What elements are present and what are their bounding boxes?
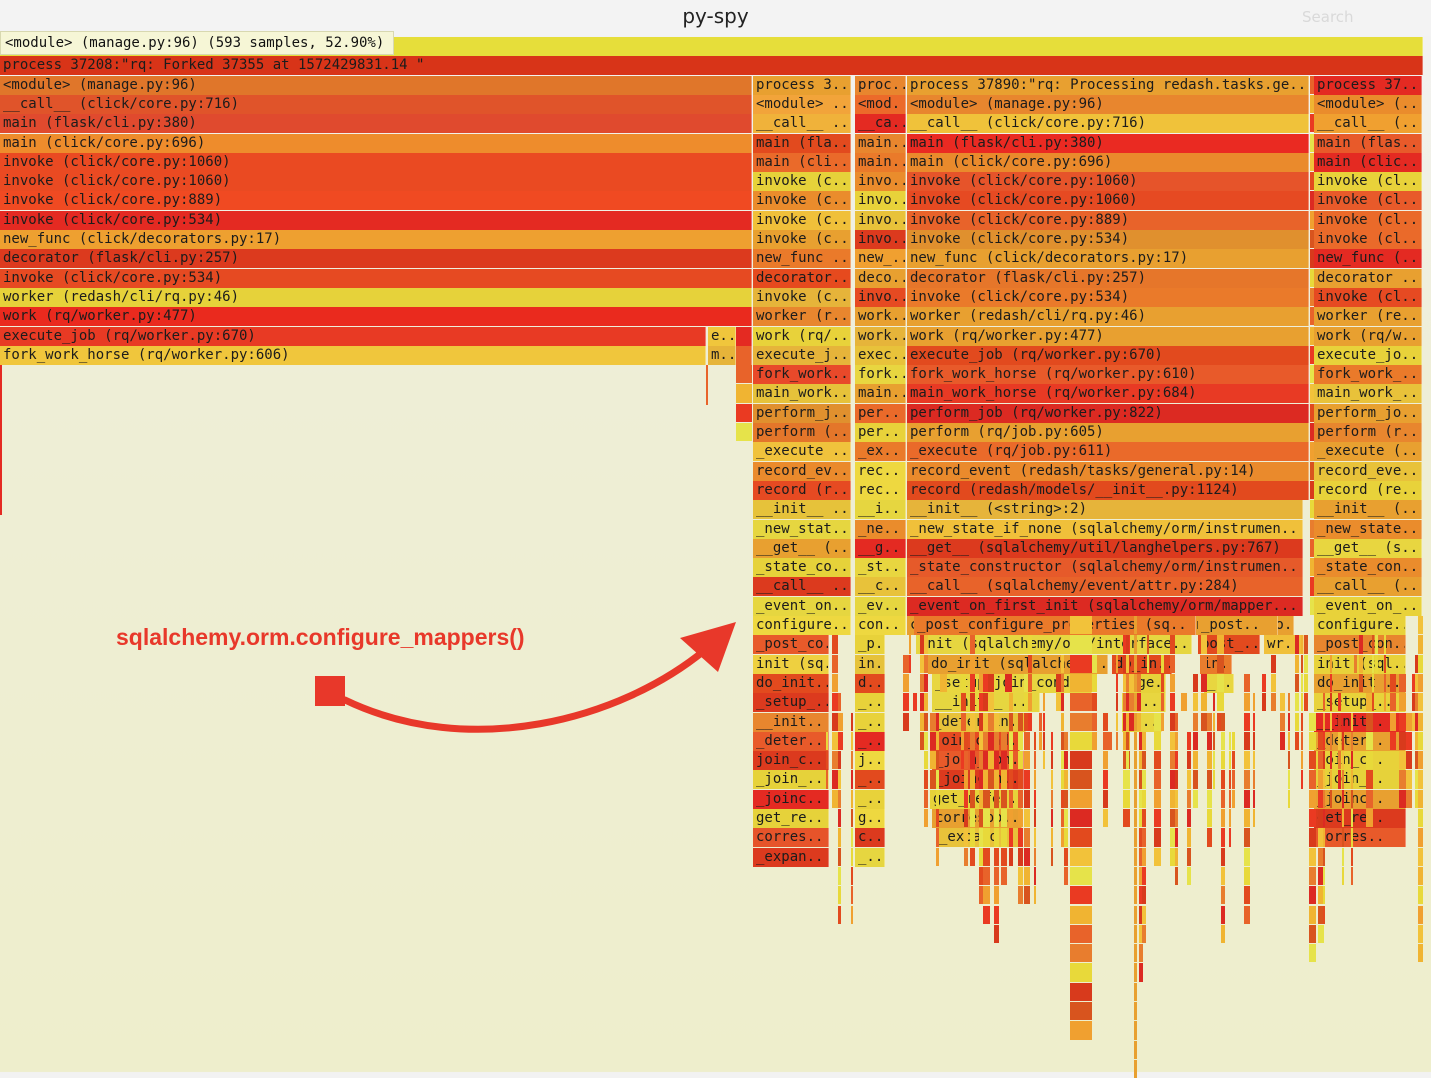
annotation-arrow-line xyxy=(341,646,709,733)
frame-tooltip: <module> (manage.py:96) (593 samples, 52… xyxy=(0,31,395,55)
annotation-arrow xyxy=(315,622,736,733)
annotation-square-icon xyxy=(315,676,345,706)
